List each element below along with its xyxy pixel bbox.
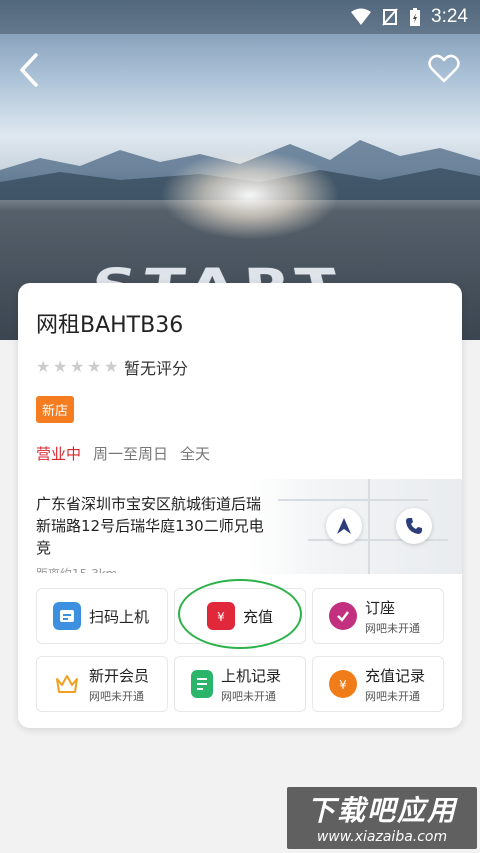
open-days: 周一至周日 xyxy=(93,445,169,463)
scan-login-tile[interactable]: 扫码上机 xyxy=(36,588,168,644)
tile-sublabel: 网吧未开通 xyxy=(221,689,276,703)
sun-glow xyxy=(160,150,340,240)
shop-name: 网租BAHTB36 xyxy=(36,313,184,338)
recharge-tile[interactable]: ¥ 充值 xyxy=(174,588,306,644)
status-time: 3:24 xyxy=(431,6,468,27)
tile-sublabel: 网吧未开通 xyxy=(365,689,420,703)
star-icon: ★ xyxy=(104,357,119,376)
business-hours: 营业中 周一至周日 全天 xyxy=(36,443,210,464)
star-icon: ★ xyxy=(53,357,68,376)
status-bar: 3:24 xyxy=(0,0,480,34)
watermark-url: www.xiazaiba.com xyxy=(316,829,448,845)
rating-stars: ★ ★ ★ ★ ★ xyxy=(36,359,120,375)
watermark-text: 下载吧应用 xyxy=(306,794,457,827)
new-member-tile[interactable]: 新开会员 网吧未开通 xyxy=(36,656,168,712)
chevron-left-icon xyxy=(20,53,38,87)
heart-outline-icon xyxy=(428,54,460,83)
seat-icon xyxy=(329,602,357,630)
new-shop-badge: 新店 xyxy=(36,396,75,423)
book-seat-tile[interactable]: 订座 网吧未开通 xyxy=(312,588,444,644)
svg-text:¥: ¥ xyxy=(217,610,225,624)
shop-info-card: 网租BAHTB36 ★ ★ ★ ★ ★ 暂无评分 新店 营业中 周一至周日 全天… xyxy=(18,283,462,728)
scan-icon xyxy=(53,602,81,630)
tile-label: 新开会员 xyxy=(89,666,150,685)
tile-label: 充值 xyxy=(243,607,274,626)
wifi-icon xyxy=(351,8,372,25)
record-icon xyxy=(191,670,213,698)
rating-text: 暂无评分 xyxy=(124,359,189,378)
tile-label: 扫码上机 xyxy=(89,607,150,626)
tile-sublabel: 网吧未开通 xyxy=(89,689,144,703)
no-signal-icon xyxy=(382,8,398,26)
crown-icon xyxy=(53,670,81,698)
star-icon: ★ xyxy=(36,357,51,376)
rating-row: ★ ★ ★ ★ ★ 暂无评分 xyxy=(36,355,188,379)
wallet-icon: ¥ xyxy=(207,602,235,630)
back-button[interactable] xyxy=(14,52,44,88)
phone-icon xyxy=(406,518,422,534)
battery-icon xyxy=(410,8,421,26)
shop-distance: 距离约15.3km xyxy=(36,565,117,573)
star-icon: ★ xyxy=(87,357,102,376)
recharge-records-tile[interactable]: ¥ 充值记录 网吧未开通 xyxy=(312,656,444,712)
login-records-tile[interactable]: 上机记录 网吧未开通 xyxy=(174,656,306,712)
open-status: 营业中 xyxy=(36,445,82,463)
shop-address: 广东省深圳市宝安区航城街道后瑞新瑞路12号后瑞华庭130二师兄电竞 xyxy=(36,495,264,557)
tile-label: 订座 xyxy=(365,598,396,617)
svg-text:¥: ¥ xyxy=(339,678,347,692)
navigation-arrow-icon xyxy=(337,518,351,534)
navigate-button[interactable] xyxy=(326,508,362,544)
tile-label: 上机记录 xyxy=(221,666,282,685)
star-icon: ★ xyxy=(70,357,85,376)
watermark-logo: 下载吧应用 www.xiazaiba.com xyxy=(287,787,477,849)
money-bag-icon: ¥ xyxy=(329,670,357,698)
tile-sublabel: 网吧未开通 xyxy=(365,621,420,635)
open-hours: 全天 xyxy=(180,445,211,463)
favorite-button[interactable] xyxy=(428,54,460,84)
tile-label: 充值记录 xyxy=(365,666,426,685)
call-button[interactable] xyxy=(396,508,432,544)
